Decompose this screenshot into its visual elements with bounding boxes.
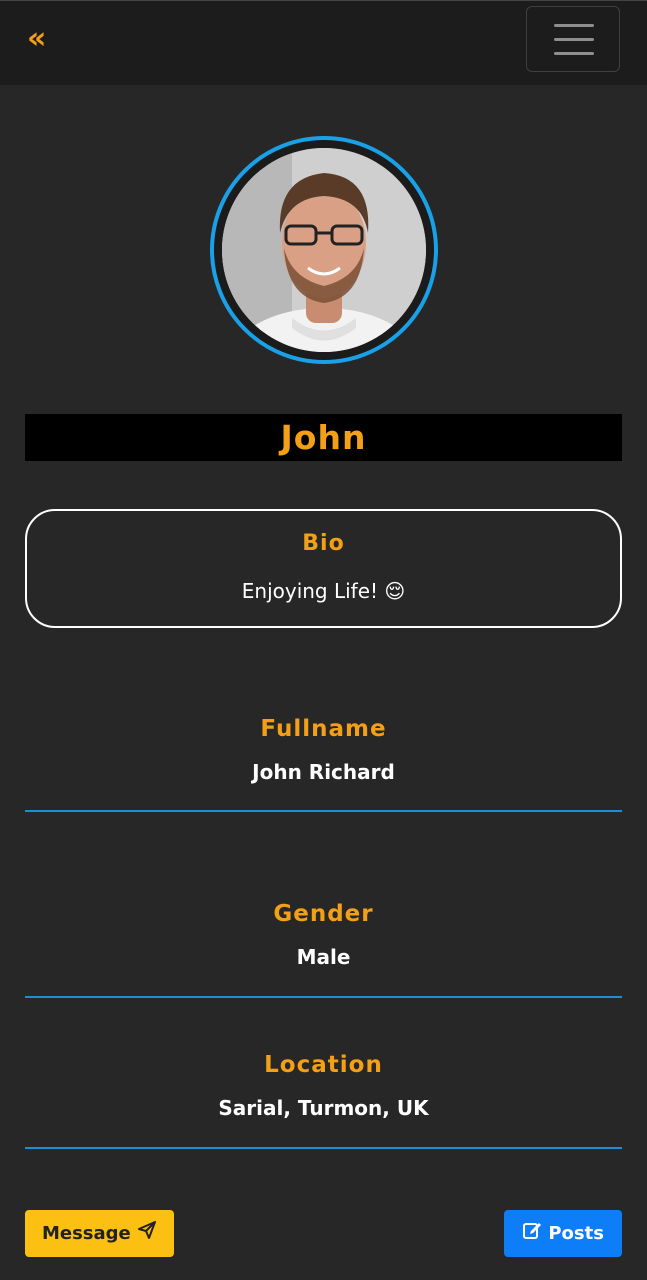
bio-text: Enjoying Life! 😌 bbox=[241, 579, 406, 603]
menu-toggle-button[interactable] bbox=[526, 6, 620, 72]
bio-title: Bio bbox=[302, 531, 345, 556]
divider bbox=[25, 996, 622, 998]
location-label: Location bbox=[264, 1052, 383, 1078]
divider bbox=[25, 810, 622, 812]
hamburger-menu-icon-bar-bottom bbox=[554, 52, 594, 55]
avatar-portrait bbox=[222, 148, 426, 352]
hamburger-menu-icon-bar-middle bbox=[554, 38, 594, 41]
back-button[interactable]: « bbox=[27, 19, 46, 59]
bio-card: Bio Enjoying Life! 😌 bbox=[25, 509, 622, 628]
hamburger-menu-icon-bar-top bbox=[554, 24, 594, 27]
posts-button-label: Posts bbox=[548, 1223, 604, 1244]
message-button[interactable]: Message bbox=[25, 1210, 174, 1257]
profile-name: John bbox=[25, 414, 622, 461]
fullname-value: John Richard bbox=[252, 760, 395, 784]
posts-button[interactable]: Posts bbox=[504, 1210, 622, 1257]
avatar-ring bbox=[210, 136, 438, 364]
message-button-label: Message bbox=[41, 1223, 131, 1244]
fullname-field: Fullname John Richard bbox=[25, 716, 622, 814]
gender-value: Male bbox=[296, 945, 351, 969]
gender-field: Gender Male bbox=[25, 901, 622, 999]
top-navbar: « bbox=[0, 0, 647, 85]
location-value: Sarial, Turmon, UK bbox=[218, 1096, 429, 1120]
gender-label: Gender bbox=[273, 901, 374, 927]
location-field: Location Sarial, Turmon, UK bbox=[25, 1052, 622, 1150]
avatar bbox=[222, 148, 426, 352]
fullname-label: Fullname bbox=[260, 716, 387, 742]
divider bbox=[25, 1147, 622, 1149]
paper-plane-icon bbox=[137, 1211, 157, 1258]
edit-icon bbox=[522, 1211, 542, 1258]
